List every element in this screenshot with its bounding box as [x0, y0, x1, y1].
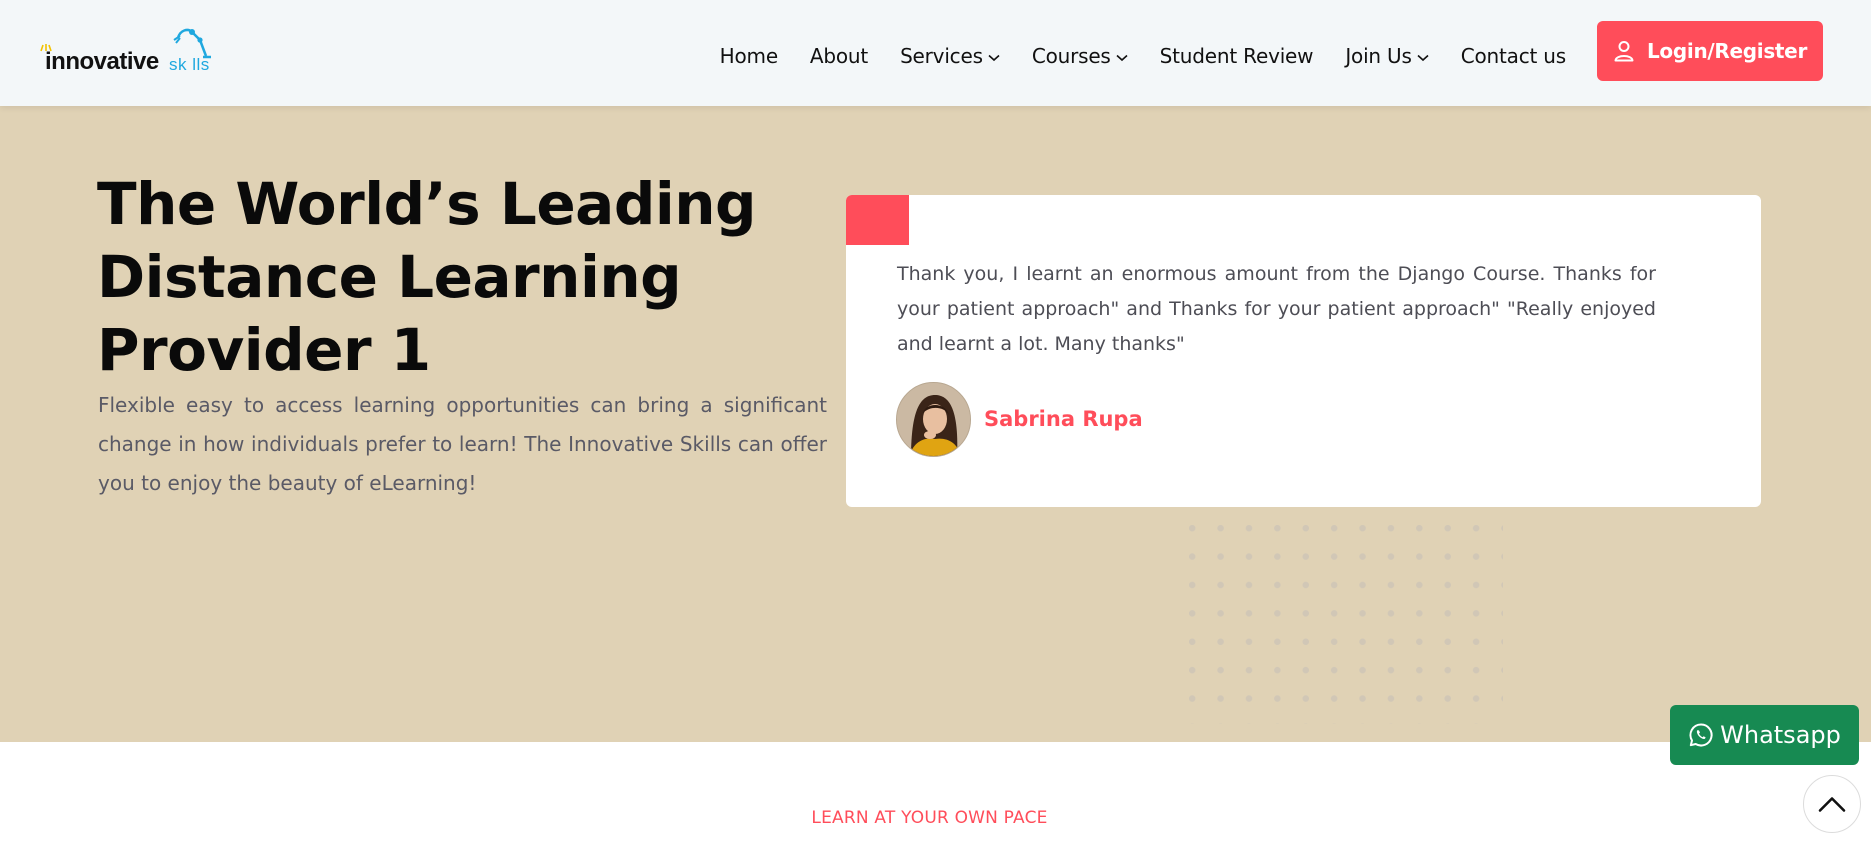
hero-description: Flexible easy to access learning opportu…: [98, 393, 827, 495]
login-register-label: Login/Register: [1646, 39, 1808, 63]
nav-label: Home: [719, 44, 778, 68]
testimonial-quote: Thank you, I learnt an enormous amount f…: [897, 263, 1656, 355]
card-accent: [846, 195, 909, 245]
whatsapp-button[interactable]: Whatsapp: [1670, 705, 1859, 765]
chevron-down-icon: [988, 54, 1000, 61]
nav-label: Contact us: [1460, 44, 1566, 68]
chevron-down-icon: [1417, 54, 1429, 61]
chevron-up-icon: [1818, 797, 1846, 812]
nav-label: Services: [900, 44, 983, 68]
nav-item-services[interactable]: Services: [900, 44, 1000, 68]
nav-label: Courses: [1031, 44, 1111, 68]
nav-item-student-review[interactable]: Student Review: [1160, 44, 1314, 68]
nav-label: About: [809, 44, 869, 68]
nav-item-join-us[interactable]: Join Us: [1345, 44, 1429, 68]
login-register-button[interactable]: Login/Register: [1597, 21, 1823, 81]
whatsapp-icon: [1689, 723, 1713, 747]
user-icon: [1614, 41, 1634, 62]
nav-item-courses[interactable]: Courses: [1032, 44, 1128, 68]
hero-title: The World’s Leading Distance Learning Pr…: [97, 170, 757, 384]
nav-item-about[interactable]: About: [810, 44, 868, 68]
nav-label: Student Review: [1159, 44, 1314, 68]
scroll-to-top-button[interactable]: [1803, 775, 1861, 833]
dot-pattern: [1173, 512, 1503, 724]
whatsapp-label: Whatsapp: [1720, 721, 1841, 749]
nav-item-contact-us[interactable]: Contact us: [1461, 44, 1566, 68]
reviewer-name: Sabrina Rupa: [984, 407, 1143, 431]
robot-arm-icon: [173, 28, 211, 59]
section-kicker: LEARN AT YOUR OWN PACE: [811, 808, 1048, 828]
avatar: [896, 382, 971, 457]
chevron-down-icon: [1116, 54, 1128, 61]
hero-section: The World’s Leading Distance Learning Pr…: [0, 106, 1871, 742]
logo-text: innovative: [45, 48, 159, 75]
nav-label: Join Us: [1345, 44, 1412, 68]
site-header: innovative sk lls Home About Services Co…: [0, 0, 1871, 106]
nav-item-home[interactable]: Home: [720, 44, 778, 68]
testimonial-card: Thank you, I learnt an enormous amount f…: [846, 195, 1761, 507]
site-logo[interactable]: innovative sk lls: [40, 26, 230, 76]
reviewer-photo: [897, 383, 970, 456]
main-nav: Home About Services Courses Student Revi…: [688, 44, 1567, 68]
